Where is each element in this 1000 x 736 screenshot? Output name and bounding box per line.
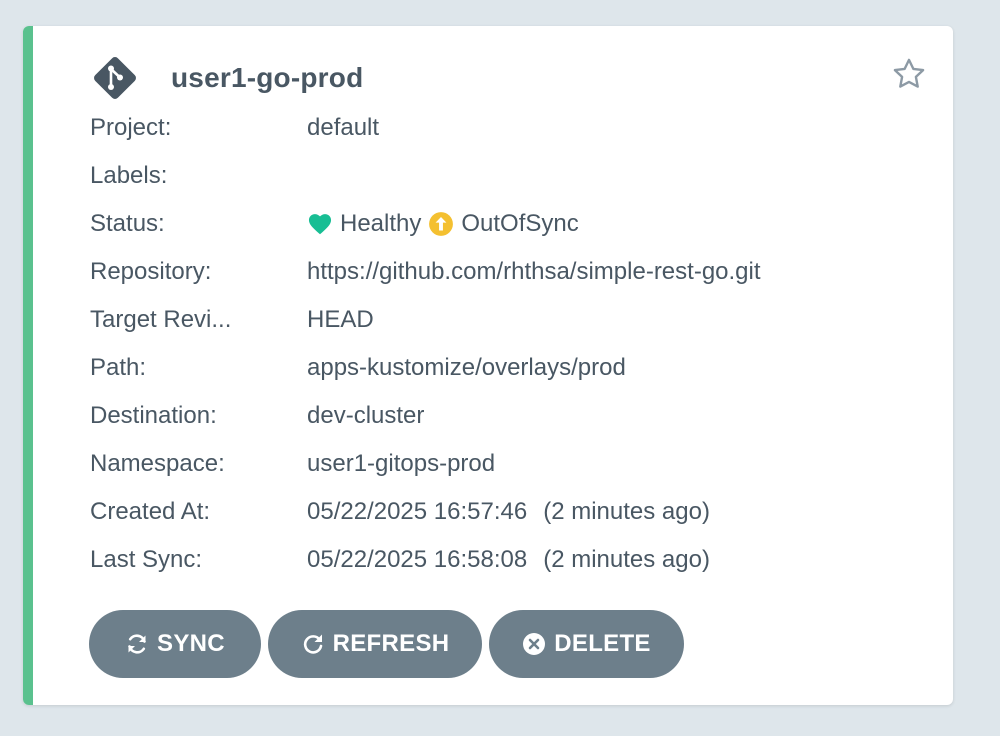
health-status: Healthy [340,210,422,237]
field-label: Created At: [90,498,211,525]
sync-button[interactable]: SYNC [89,610,261,678]
field-label: Target Revi... [90,306,232,333]
sync-button-label: SYNC [157,630,225,657]
target-revision-value: HEAD [307,306,374,333]
card-header: user1-go-prod [91,54,363,102]
created-at-timestamp: 05/22/2025 16:57:46 [307,498,528,525]
row-created-at: Created At: 05/22/2025 16:57:46 (2 minut… [90,488,761,536]
row-labels: Labels: [90,152,761,200]
delete-button-label: DELETE [554,630,651,657]
app-details: Project: default Labels: Status: Healthy… [90,104,761,584]
field-label: Destination: [90,402,217,429]
health-accent-bar [23,26,33,705]
field-label: Last Sync: [90,546,203,573]
row-target-revision: Target Revi... HEAD [90,296,761,344]
field-label: Namespace: [90,450,225,477]
git-icon [94,57,136,99]
created-at-relative: (2 minutes ago) [543,498,710,525]
namespace-value: user1-gitops-prod [307,450,496,477]
star-outline-icon[interactable] [891,56,927,92]
destination-value: dev-cluster [307,402,425,429]
field-label: Labels: [90,162,168,189]
sync-icon [128,634,146,654]
field-label: Path: [90,354,147,381]
field-label: Status: [90,210,165,237]
app-title[interactable]: user1-go-prod [171,62,363,94]
status-value: Healthy OutOfSync [307,210,579,238]
row-last-sync: Last Sync: 05/22/2025 16:58:08 (2 minute… [90,536,761,584]
delete-button[interactable]: DELETE [489,610,684,678]
created-at-value: 05/22/2025 16:57:46 (2 minutes ago) [307,498,710,526]
refresh-button[interactable]: REFRESH [268,610,482,678]
path-value: apps-kustomize/overlays/prod [307,354,626,381]
row-namespace: Namespace: user1-gitops-prod [90,440,761,488]
row-status: Status: Healthy OutOfSync [90,200,761,248]
row-destination: Destination: dev-cluster [90,392,761,440]
last-sync-timestamp: 05/22/2025 16:58:08 [307,546,528,573]
heart-icon [308,214,332,235]
refresh-button-label: REFRESH [332,630,450,657]
repository-value[interactable]: https://github.com/rhthsa/simple-rest-go… [307,258,761,286]
action-buttons: SYNC REFRESH DELETE [89,610,691,678]
last-sync-relative: (2 minutes ago) [543,546,710,573]
row-repository: Repository: https://github.com/rhthsa/si… [90,248,761,296]
application-card[interactable]: user1-go-prod Project: default Labels: S… [23,26,953,705]
last-sync-value: 05/22/2025 16:58:08 (2 minutes ago) [307,546,710,574]
times-circle-icon [523,633,546,655]
refresh-icon [303,634,322,654]
sync-status: OutOfSync [461,210,579,237]
project-value: default [307,114,380,141]
field-label: Repository: [90,258,212,285]
row-path: Path: apps-kustomize/overlays/prod [90,344,761,392]
row-project: Project: default [90,104,761,152]
arrow-up-circle-icon [429,212,454,236]
field-label: Project: [90,114,172,141]
